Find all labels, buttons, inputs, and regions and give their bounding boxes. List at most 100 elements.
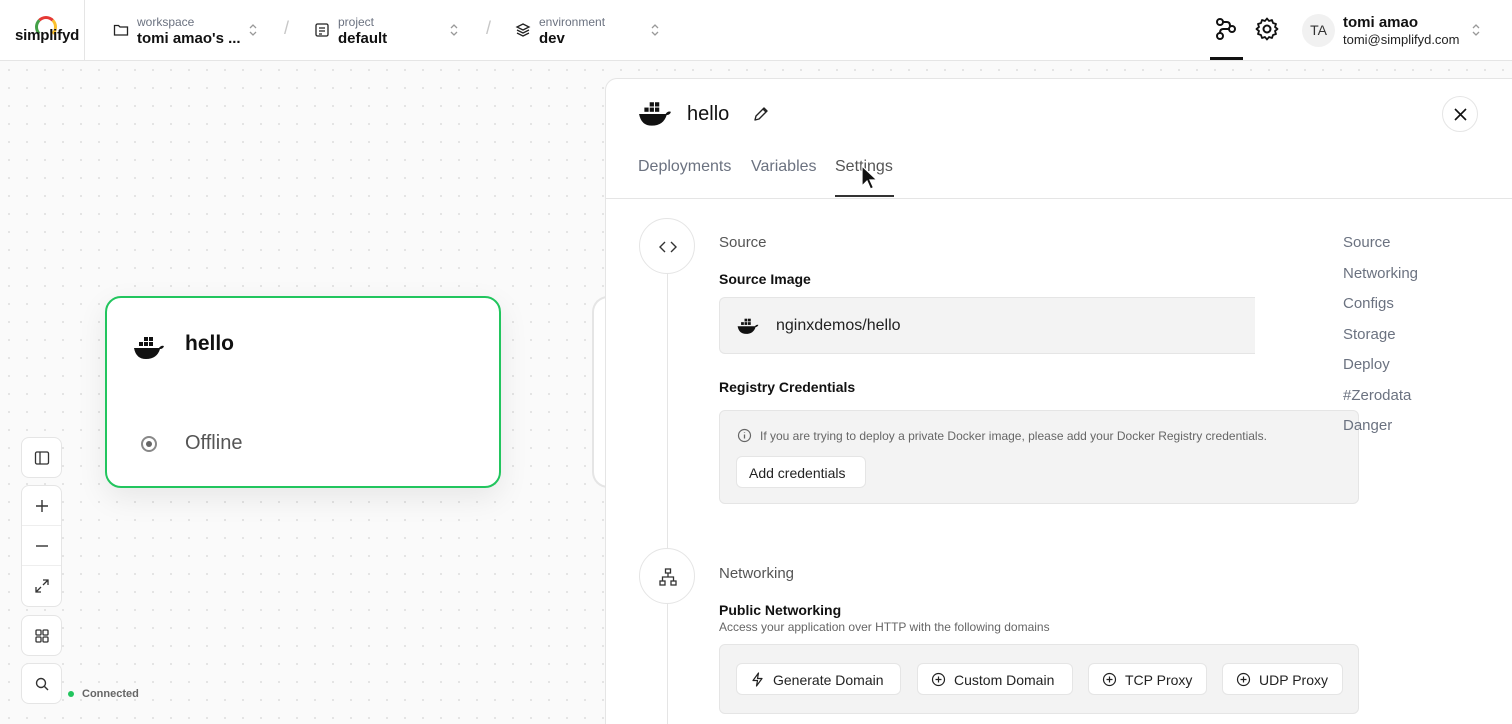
generate-domain-button[interactable]: Generate Domain xyxy=(736,663,901,695)
sidebar-toggle-control xyxy=(21,437,62,478)
toc-configs[interactable]: Configs xyxy=(1343,295,1394,312)
public-networking-description: Access your application over HTTP with t… xyxy=(719,620,1050,634)
search-button[interactable] xyxy=(22,664,61,704)
public-networking-title: Public Networking xyxy=(719,602,842,618)
chevron-updown-icon[interactable] xyxy=(1470,22,1482,38)
service-node-hello[interactable]: hello Offline xyxy=(105,296,501,488)
workspace-value: tomi amao's ... xyxy=(137,30,241,47)
registry-credentials-label: Registry Credentials xyxy=(719,379,856,395)
close-icon xyxy=(1454,108,1467,121)
toc-source[interactable]: Source xyxy=(1343,234,1391,251)
environment-label: environment xyxy=(539,15,606,29)
chevron-updown-icon xyxy=(249,24,257,36)
close-panel-button[interactable] xyxy=(1442,96,1478,132)
avatar[interactable]: TA xyxy=(1302,14,1335,47)
panel-title: hello xyxy=(687,103,730,125)
connection-status-text: Connected xyxy=(82,688,139,700)
plus-circle-icon xyxy=(1236,672,1251,687)
networking-section-title: Networking xyxy=(719,565,795,582)
connection-status: Connected xyxy=(68,688,139,700)
zoom-controls xyxy=(21,485,62,607)
source-image-label: Source Image xyxy=(719,271,811,287)
logo-text: simplifyd xyxy=(15,27,80,44)
plus-circle-icon xyxy=(931,672,946,687)
tabs-divider xyxy=(606,198,1512,199)
toc-backdrop xyxy=(1255,297,1325,409)
zoom-in-button[interactable] xyxy=(22,486,61,526)
workspace-selector[interactable]: workspace tomi amao's ... xyxy=(113,14,263,48)
registry-credentials-box: If you are trying to deploy a private Do… xyxy=(719,410,1359,504)
mouse-cursor-icon xyxy=(861,165,879,190)
toc-storage[interactable]: Storage xyxy=(1343,326,1396,343)
docker-icon xyxy=(737,318,759,334)
offline-status-icon xyxy=(141,436,157,452)
node-title: hello xyxy=(185,332,235,355)
minus-icon xyxy=(36,545,48,547)
folder-icon xyxy=(113,24,129,36)
udp-proxy-label: UDP Proxy xyxy=(1259,672,1328,688)
add-credentials-label: Add credentials xyxy=(749,465,846,481)
user-name[interactable]: tomi amao xyxy=(1343,14,1418,31)
project-selector[interactable]: project default xyxy=(314,14,464,48)
sidebar-icon xyxy=(34,451,50,465)
document-icon xyxy=(315,23,329,37)
layout-control xyxy=(21,615,62,656)
udp-proxy-button[interactable]: UDP Proxy xyxy=(1222,663,1343,695)
add-credentials-button[interactable]: Add credentials xyxy=(736,456,866,488)
node-status: Offline xyxy=(185,432,243,454)
simplifyd-logo[interactable]: simplifyd xyxy=(15,16,80,44)
service-detail-panel: hello Deployments Variables Settings Sou… xyxy=(605,78,1512,724)
tab-deployments[interactable]: Deployments xyxy=(638,158,731,176)
project-value: default xyxy=(338,30,388,47)
credentials-message: If you are trying to deploy a private Do… xyxy=(760,429,1267,443)
toc-danger[interactable]: Danger xyxy=(1343,417,1392,434)
gear-icon[interactable] xyxy=(1254,16,1280,42)
generate-domain-label: Generate Domain xyxy=(773,672,884,688)
toc-networking[interactable]: Networking xyxy=(1343,265,1418,282)
chevron-updown-icon xyxy=(651,24,659,36)
fit-view-button[interactable] xyxy=(22,566,61,606)
connected-dot-icon xyxy=(68,691,74,698)
graph-view-icon[interactable] xyxy=(1213,16,1239,42)
pencil-icon[interactable] xyxy=(752,105,770,123)
search-icon xyxy=(35,677,49,691)
chevron-updown-icon xyxy=(450,24,458,36)
user-email: tomi@simplifyd.com xyxy=(1343,32,1460,47)
search-control xyxy=(21,663,62,704)
source-image-value: nginxdemos/hello xyxy=(776,317,901,334)
zoom-out-button[interactable] xyxy=(22,526,61,566)
tcp-proxy-label: TCP Proxy xyxy=(1125,672,1193,688)
docker-icon xyxy=(639,102,671,126)
custom-domain-label: Custom Domain xyxy=(954,672,1055,688)
tab-variables[interactable]: Variables xyxy=(751,158,817,176)
project-label: project xyxy=(338,15,375,29)
grid-layout-button[interactable] xyxy=(22,616,61,656)
network-icon xyxy=(659,568,677,586)
toc-zerodata[interactable]: #Zerodata xyxy=(1343,387,1411,404)
settings-timeline xyxy=(667,273,668,724)
plus-circle-icon xyxy=(1102,672,1117,687)
environment-selector[interactable]: environment dev xyxy=(515,14,665,48)
breadcrumb-separator: / xyxy=(284,18,290,38)
plus-icon xyxy=(36,500,48,512)
top-bar: simplifyd workspace tomi amao's ... / pr… xyxy=(0,0,1512,61)
lightning-icon xyxy=(752,672,763,687)
public-networking-box: Generate Domain Custom Domain TCP Proxy … xyxy=(719,644,1359,714)
layers-icon xyxy=(515,23,531,37)
environment-value: dev xyxy=(539,30,565,47)
source-section-icon-wrap xyxy=(639,218,695,274)
custom-domain-button[interactable]: Custom Domain xyxy=(917,663,1073,695)
workspace-label: workspace xyxy=(137,15,195,29)
active-tab-indicator xyxy=(835,195,894,197)
active-view-indicator xyxy=(1210,57,1243,60)
tcp-proxy-button[interactable]: TCP Proxy xyxy=(1088,663,1207,695)
toc-deploy[interactable]: Deploy xyxy=(1343,356,1390,373)
toggle-sidebar-button[interactable] xyxy=(22,438,61,478)
source-section-title: Source xyxy=(719,234,767,251)
source-image-field[interactable]: nginxdemos/hello xyxy=(719,297,1255,354)
code-icon xyxy=(659,241,677,253)
expand-icon xyxy=(35,579,49,593)
networking-section-icon-wrap xyxy=(639,548,695,604)
info-icon xyxy=(737,428,752,443)
divider xyxy=(84,0,85,61)
